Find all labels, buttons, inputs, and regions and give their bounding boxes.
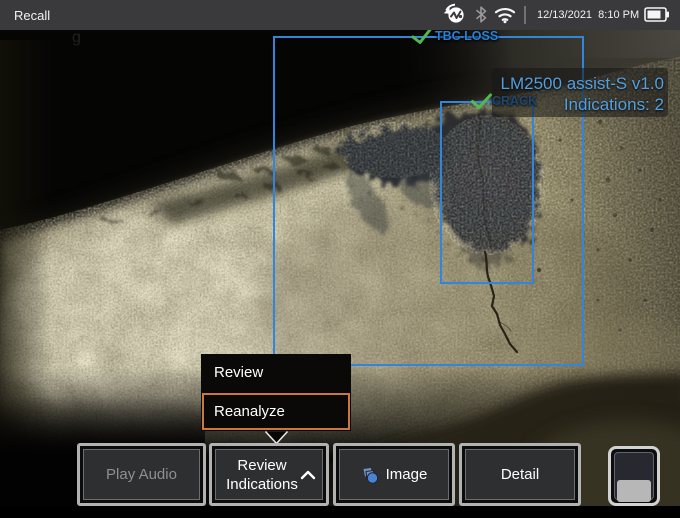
svg-text:g: g (72, 29, 81, 46)
